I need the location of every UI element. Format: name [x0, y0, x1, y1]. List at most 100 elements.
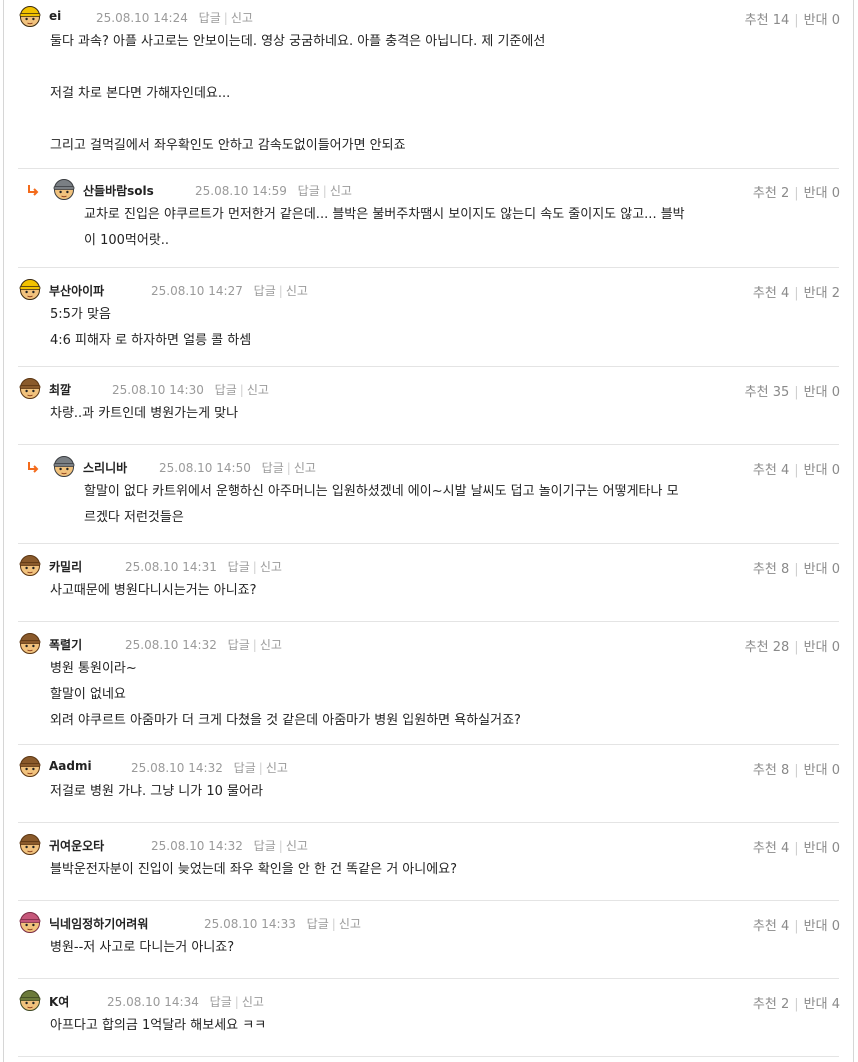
upvote-button[interactable]: 추천 14	[745, 13, 790, 28]
comment-author[interactable]: Aadmi	[49, 759, 92, 773]
avatar-hair-brown[interactable]	[18, 631, 42, 655]
report-link[interactable]: 신고	[286, 839, 308, 853]
comment-author[interactable]: 부산아이파	[49, 282, 104, 299]
downvote-button[interactable]: 반대 4	[804, 997, 840, 1012]
vote-counter: 추천 2 | 반대 0	[753, 182, 840, 201]
reply-arrow-icon	[26, 461, 40, 475]
comment-date: 25.08.10 14:24	[96, 11, 188, 25]
comment-author[interactable]: 폭렬기	[49, 636, 82, 653]
comment-text-line: 저걸 차로 본다면 가해자인데요...	[50, 86, 231, 101]
comment-body: 차량..과 카트인데 병원가는게 맞나	[50, 401, 238, 427]
upvote-button[interactable]: 추천 4	[753, 841, 789, 856]
reply-link[interactable]: 답글	[199, 11, 221, 25]
downvote-label: 반대	[803, 640, 828, 655]
comment-author[interactable]: 스리니바	[83, 459, 127, 476]
divider: |	[286, 461, 291, 475]
report-link[interactable]: 신고	[294, 461, 316, 475]
avatar-helmet-green[interactable]	[18, 988, 42, 1012]
downvote-button[interactable]: 반대 0	[804, 385, 840, 400]
comment-meta: 25.08.10 14:33 답글 | 신고	[204, 915, 361, 932]
comment-text-line: 차량..과 카트인데 병원가는게 맞나	[50, 406, 239, 421]
report-link[interactable]: 신고	[286, 284, 308, 298]
vote-counter: 추천 8 | 반대 0	[753, 759, 840, 778]
comment-separator	[18, 621, 839, 622]
downvote-label: 반대	[803, 13, 828, 28]
comment-separator	[18, 1056, 839, 1057]
downvote-button[interactable]: 반대 0	[804, 562, 840, 577]
comment: K여 25.08.10 14:34 답글 | 신고 추천 2 | 반대 4 아프다고 합…	[4, 986, 853, 1056]
comment-author[interactable]: ei	[49, 9, 61, 23]
upvote-count: 28	[772, 640, 790, 655]
upvote-count: 4	[780, 919, 790, 934]
upvote-button[interactable]: 추천 4	[753, 286, 789, 301]
reply-link[interactable]: 답글	[254, 839, 276, 853]
upvote-count: 4	[780, 463, 790, 478]
divider: |	[223, 11, 228, 25]
downvote-button[interactable]: 반대 0	[804, 763, 840, 778]
upvote-button[interactable]: 추천 2	[753, 997, 789, 1012]
report-link[interactable]: 신고	[242, 995, 264, 1009]
avatar-helmet-yellow[interactable]	[18, 277, 42, 301]
downvote-count: 0	[831, 463, 840, 478]
comment-text-line: 할말이 없다 카트위에서 운행하신 아주머니는 입원하셨겠네 에이~시발 날씨도…	[84, 484, 679, 499]
reply-link[interactable]: 답글	[234, 761, 256, 775]
avatar-hair-brown[interactable]	[18, 754, 42, 778]
avatar-hair-brown[interactable]	[18, 376, 42, 400]
report-link[interactable]: 신고	[266, 761, 288, 775]
upvote-button[interactable]: 추천 8	[753, 562, 789, 577]
vote-counter: 추천 4 | 반대 2	[753, 282, 840, 301]
comment-author[interactable]: 최깔	[49, 381, 71, 398]
comment-author[interactable]: 닉네임정하기어려워	[49, 915, 148, 932]
downvote-button[interactable]: 반대 0	[804, 640, 840, 655]
reply-link[interactable]: 답글	[262, 461, 284, 475]
reply-link[interactable]: 답글	[215, 383, 237, 397]
comment-author[interactable]: 산들바람sols	[83, 182, 154, 199]
upvote-button[interactable]: 추천 28	[745, 640, 790, 655]
comment-text-line: 저걸로 병원 가냐. 그냥 니가 10 물어라	[50, 784, 263, 799]
avatar-helmet-yellow[interactable]	[18, 4, 42, 28]
upvote-label: 추천	[752, 763, 777, 778]
downvote-button[interactable]: 반대 0	[804, 919, 840, 934]
divider: |	[794, 286, 799, 301]
avatar-helmet-gray[interactable]	[52, 177, 76, 201]
report-link[interactable]: 신고	[260, 560, 282, 574]
comment-author[interactable]: 카밀리	[49, 558, 82, 575]
comment-text-line: 외려 야쿠르트 아줌마가 더 크게 다쳤을 것 같은데 아줌마가 병원 입원하면…	[50, 713, 521, 728]
vote-counter: 추천 4 | 반대 0	[753, 915, 840, 934]
report-link[interactable]: 신고	[330, 184, 352, 198]
avatar-hair-brown[interactable]	[18, 553, 42, 577]
reply-link[interactable]: 답글	[210, 995, 232, 1009]
upvote-button[interactable]: 추천 4	[753, 919, 789, 934]
downvote-count: 0	[831, 841, 840, 856]
avatar-hair-pink[interactable]	[18, 910, 42, 934]
report-link[interactable]: 신고	[231, 11, 253, 25]
reply-link[interactable]: 답글	[298, 184, 320, 198]
comment: 폭렬기 25.08.10 14:32 답글 | 신고 추천 28 | 반대 0 병원 통…	[4, 629, 853, 744]
divider: |	[252, 638, 257, 652]
downvote-button[interactable]: 반대 0	[804, 13, 840, 28]
avatar-helmet-gray[interactable]	[52, 454, 76, 478]
divider: |	[794, 640, 799, 655]
upvote-count: 2	[780, 186, 790, 201]
reply-link[interactable]: 답글	[307, 917, 329, 931]
upvote-button[interactable]: 추천 4	[753, 463, 789, 478]
comment-author[interactable]: K여	[49, 993, 69, 1010]
downvote-button[interactable]: 반대 0	[804, 186, 840, 201]
upvote-button[interactable]: 추천 2	[753, 186, 789, 201]
downvote-button[interactable]: 반대 0	[804, 841, 840, 856]
comment: Aadmi 25.08.10 14:32 답글 | 신고 추천 8 | 반대 0 저걸로…	[4, 752, 853, 822]
reply-link[interactable]: 답글	[228, 638, 250, 652]
upvote-button[interactable]: 추천 35	[745, 385, 790, 400]
avatar-hair-brown[interactable]	[18, 832, 42, 856]
report-link[interactable]: 신고	[260, 638, 282, 652]
downvote-button[interactable]: 반대 0	[804, 463, 840, 478]
downvote-button[interactable]: 반대 2	[804, 286, 840, 301]
upvote-button[interactable]: 추천 8	[753, 763, 789, 778]
reply-link[interactable]: 답글	[228, 560, 250, 574]
divider: |	[794, 463, 799, 478]
report-link[interactable]: 신고	[247, 383, 269, 397]
report-link[interactable]: 신고	[339, 917, 361, 931]
reply-link[interactable]: 답글	[254, 284, 276, 298]
upvote-count: 2	[780, 997, 790, 1012]
comment-author[interactable]: 귀여운오타	[49, 837, 104, 854]
